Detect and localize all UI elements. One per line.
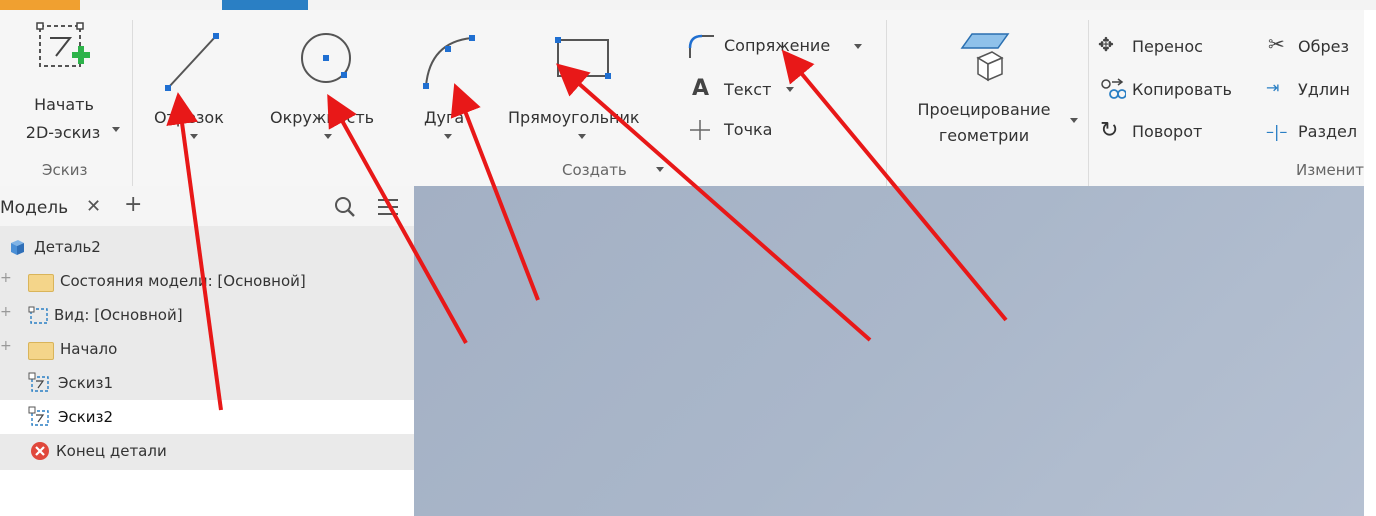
window-edge: [1364, 10, 1376, 516]
start-sketch-label-2[interactable]: 2D-эскиз: [18, 123, 108, 142]
folder-icon: [28, 342, 54, 360]
line-dropdown-icon[interactable]: [190, 134, 198, 139]
split-icon[interactable]: –|–: [1266, 122, 1287, 141]
start-sketch-icon[interactable]: [34, 20, 94, 80]
tree-label: Начало: [60, 340, 118, 358]
model-browser: Модель ✕ + Деталь2 + Состояния модели: […: [0, 186, 414, 516]
circle-tool-icon[interactable]: [298, 30, 358, 90]
project-geometry-label-1[interactable]: Проецирование: [906, 100, 1062, 119]
divider: [1088, 20, 1089, 190]
tree-item-origin[interactable]: + Начало: [0, 332, 414, 366]
rotate-icon[interactable]: ↻: [1100, 118, 1118, 143]
tree-item-sketch2[interactable]: Эскиз2: [0, 400, 414, 434]
menu-icon[interactable]: [376, 196, 400, 218]
split-label[interactable]: Раздел: [1298, 122, 1357, 141]
sketch-icon: [28, 406, 49, 426]
project-geometry-icon[interactable]: [958, 28, 1018, 88]
tree-label: Эскиз1: [58, 374, 114, 392]
ribbon-tab-sketch[interactable]: [222, 0, 308, 10]
expand-plus-icon[interactable]: +: [0, 304, 12, 320]
line-tool-label[interactable]: Отрезок: [154, 108, 224, 127]
sketch-icon: [28, 372, 49, 392]
rectangle-tool-icon[interactable]: [552, 34, 616, 84]
group-sketch-label: Эскиз: [42, 161, 88, 179]
divider: [132, 20, 133, 190]
circle-tool-label[interactable]: Окружность: [270, 108, 374, 127]
app-tab-active-orange[interactable]: [0, 0, 80, 10]
fillet-label[interactable]: Сопряжение: [724, 36, 830, 55]
text-a-icon[interactable]: A: [692, 76, 709, 101]
move-label[interactable]: Перенос: [1132, 37, 1203, 56]
divider: [886, 20, 887, 190]
arc-tool-label[interactable]: Дуга: [424, 108, 464, 127]
ribbon-panel: Начать 2D-эскиз Эскиз Отрезок Окружность…: [0, 10, 1376, 190]
point-icon[interactable]: [688, 118, 712, 142]
text-tool-label[interactable]: Текст: [724, 80, 771, 99]
browser-header: Модель ✕ +: [0, 186, 414, 226]
tree-label: Вид: [Основной]: [54, 306, 183, 324]
title-strip: [0, 0, 1376, 10]
expand-plus-icon[interactable]: +: [0, 270, 12, 286]
view-icon: [28, 306, 48, 324]
rectangle-tool-label[interactable]: Прямоугольник: [508, 108, 640, 127]
project-geometry-label-2[interactable]: геометрии: [906, 126, 1062, 145]
tree-item-view[interactable]: + Вид: [Основной]: [0, 298, 414, 332]
rectangle-dropdown-icon[interactable]: [578, 134, 586, 139]
part-cube-icon: [11, 240, 24, 255]
add-tab-icon[interactable]: +: [124, 192, 142, 217]
tree-item-end-of-part[interactable]: Конец детали: [0, 434, 414, 468]
tree-item-sketch1[interactable]: Эскиз1: [0, 366, 414, 400]
rotate-label[interactable]: Поворот: [1132, 122, 1202, 141]
group-create-label[interactable]: Создать: [562, 161, 627, 179]
fillet-icon[interactable]: [686, 32, 716, 62]
trim-label[interactable]: Обрез: [1298, 37, 1349, 56]
extend-label[interactable]: Удлин: [1298, 80, 1350, 99]
graphics-viewport[interactable]: [414, 186, 1364, 516]
close-icon[interactable]: ✕: [86, 196, 101, 217]
line-tool-icon[interactable]: [158, 28, 228, 98]
arc-dropdown-icon[interactable]: [444, 134, 452, 139]
text-dropdown-icon[interactable]: [786, 87, 794, 92]
arc-tool-icon[interactable]: [418, 28, 482, 92]
copy-icon[interactable]: [1100, 76, 1126, 102]
tab-model[interactable]: Модель: [0, 198, 68, 218]
tree-label: Деталь2: [34, 238, 101, 256]
tree-label: Конец детали: [56, 442, 167, 460]
search-icon[interactable]: [334, 196, 356, 218]
end-of-part-icon: [31, 442, 49, 460]
extend-icon[interactable]: ⇥: [1266, 78, 1279, 97]
tree-label: Эскиз2: [58, 408, 114, 426]
trim-icon[interactable]: ✂: [1268, 32, 1285, 56]
move-icon[interactable]: ✥: [1098, 34, 1114, 56]
point-tool-label[interactable]: Точка: [724, 120, 772, 139]
tree-label: Состояния модели: [Основной]: [60, 272, 306, 290]
circle-dropdown-icon[interactable]: [324, 134, 332, 139]
copy-label[interactable]: Копировать: [1132, 80, 1232, 99]
tree-item-model-states[interactable]: + Состояния модели: [Основной]: [0, 264, 414, 298]
group-modify-label: Изменит: [1296, 161, 1365, 179]
fillet-dropdown-icon[interactable]: [854, 44, 862, 49]
tree-item-part[interactable]: Деталь2: [0, 230, 414, 264]
group-create-dropdown-icon[interactable]: [656, 167, 664, 172]
browser-empty-area: [0, 470, 414, 516]
project-dropdown-icon[interactable]: [1070, 118, 1078, 123]
start-sketch-dropdown-icon[interactable]: [112, 127, 120, 132]
start-sketch-label-1[interactable]: Начать: [28, 95, 100, 114]
expand-plus-icon[interactable]: +: [0, 338, 12, 354]
folder-icon: [28, 274, 54, 292]
